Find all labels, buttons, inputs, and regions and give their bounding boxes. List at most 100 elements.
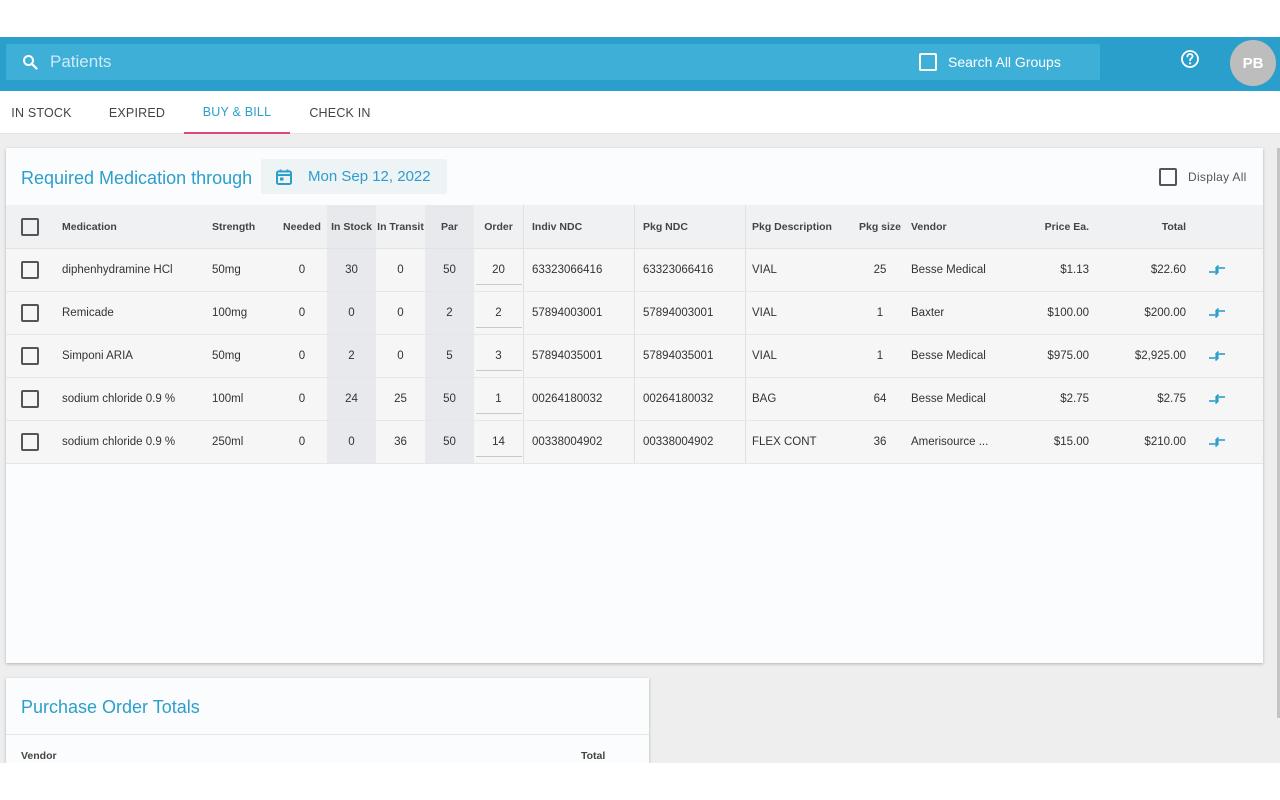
cell-par: 50 [425, 421, 474, 463]
swap-vendor-icon[interactable] [1207, 392, 1227, 406]
tab-bar: IN STOCK EXPIRED BUY & BILL CHECK IN [0, 91, 1280, 134]
row-checkbox[interactable] [21, 390, 39, 408]
select-all-checkbox[interactable] [21, 217, 39, 236]
tab-check-in[interactable]: CHECK IN [298, 91, 382, 134]
user-avatar[interactable]: PB [1230, 40, 1276, 86]
table-header: Medication Strength Needed In Stock In T… [6, 205, 1263, 249]
row-action-cell [1204, 292, 1230, 334]
search-all-groups-toggle[interactable]: Search All Groups [919, 52, 1061, 72]
cell-in-stock: 30 [327, 249, 376, 291]
display-all-checkbox[interactable] [1159, 168, 1177, 186]
col-indiv-ndc[interactable]: Indiv NDC [523, 205, 634, 248]
cell-needed: 0 [298, 264, 306, 276]
order-cell: 2 [474, 292, 523, 334]
col-order[interactable]: Order [474, 205, 523, 248]
display-all-toggle[interactable]: Display All [1159, 168, 1247, 186]
cell-needed: 0 [298, 307, 306, 319]
order-cell: 14 [474, 421, 523, 463]
row-select-cell [20, 292, 40, 334]
order-quantity-input[interactable]: 2 [475, 298, 522, 328]
search-icon [23, 55, 38, 70]
swap-vendor-icon[interactable] [1207, 349, 1227, 363]
cell-pkg-ndc: 00264180032 [634, 378, 745, 420]
col-price-ea[interactable]: Price Ea. [1016, 205, 1089, 248]
calendar-icon [276, 169, 292, 185]
col-pkg-ndc[interactable]: Pkg NDC [634, 205, 745, 248]
col-in-transit[interactable]: In Transit [376, 205, 425, 248]
cell-pkg-size: 64 [873, 393, 887, 405]
cell-medication: sodium chloride 0.9 % [62, 436, 176, 448]
cell-medication: Simponi ARIA [62, 350, 133, 362]
tab-buy-and-bill[interactable]: BUY & BILL [184, 91, 290, 134]
cell-medication: diphenhydramine HCl [62, 264, 173, 276]
search-input[interactable] [50, 50, 650, 74]
order-quantity-input[interactable]: 20 [475, 255, 522, 285]
cell-par: 5 [425, 335, 474, 377]
required-medication-title: Required Medication through [21, 168, 253, 188]
purchase-order-col-vendor[interactable]: Vendor [21, 750, 57, 762]
row-select-cell [20, 378, 40, 420]
cell-pkg-ndc: 63323066416 [634, 249, 745, 291]
row-checkbox[interactable] [21, 261, 39, 279]
row-checkbox[interactable] [21, 304, 39, 322]
cell-vendor: Baxter [911, 307, 945, 319]
cell-in-transit: 25 [394, 393, 407, 405]
cell-pkg-size: 1 [876, 350, 884, 362]
col-needed[interactable]: Needed [278, 205, 326, 248]
search-bar[interactable]: Search All Groups [6, 44, 1100, 80]
col-strength[interactable]: Strength [212, 205, 272, 248]
date-picker[interactable]: Mon Sep 12, 2022 [261, 159, 447, 194]
cell-pkg-description: VIAL [745, 249, 856, 291]
row-checkbox[interactable] [21, 347, 39, 365]
cell-pkg-description: VIAL [745, 335, 856, 377]
search-all-groups-checkbox[interactable] [919, 53, 937, 71]
top-bar: Search All Groups PB [0, 37, 1280, 91]
cell-in-stock: 0 [327, 421, 376, 463]
cell-in-stock: 0 [327, 292, 376, 334]
cell-vendor: Besse Medical [911, 393, 986, 405]
col-par[interactable]: Par [425, 205, 474, 248]
cell-strength: 50mg [212, 264, 241, 276]
order-quantity-input[interactable]: 14 [475, 427, 522, 457]
col-in-stock[interactable]: In Stock [327, 205, 376, 248]
cell-needed: 0 [298, 436, 306, 448]
cell-par: 50 [425, 249, 474, 291]
row-checkbox[interactable] [21, 433, 39, 451]
cell-pkg-description: FLEX CONT [745, 421, 856, 463]
selected-date: Mon Sep 12, 2022 [308, 168, 431, 185]
table-row: diphenhydramine HCl 50mg 0 30 0 50 20 633230664… [6, 249, 1263, 292]
tab-in-stock[interactable]: IN STOCK [0, 91, 83, 134]
cell-vendor: Amerisource ... [911, 436, 989, 448]
order-quantity-input[interactable]: 3 [475, 341, 522, 371]
row-select-cell [20, 249, 40, 291]
cell-pkg-ndc: 57894035001 [634, 335, 745, 377]
order-cell: 20 [474, 249, 523, 291]
cell-medication: Remicade [62, 307, 114, 319]
order-quantity-input[interactable]: 1 [475, 384, 522, 414]
col-pkg-description[interactable]: Pkg Description [745, 205, 856, 248]
cell-strength: 50mg [212, 350, 241, 362]
cell-indiv-ndc: 57894035001 [523, 335, 634, 377]
col-medication[interactable]: Medication [62, 205, 202, 248]
col-pkg-size[interactable]: Pkg size [856, 205, 904, 248]
cell-in-stock: 2 [327, 335, 376, 377]
help-icon[interactable] [1180, 49, 1200, 69]
col-vendor[interactable]: Vendor [911, 205, 1011, 248]
order-cell: 1 [474, 378, 523, 420]
tab-expired[interactable]: EXPIRED [96, 91, 178, 134]
row-action-cell [1204, 378, 1230, 420]
col-total[interactable]: Total [1106, 205, 1186, 248]
cell-price-ea: $2.75 [1060, 393, 1089, 405]
purchase-order-card: Purchase Order Totals Vendor Total [6, 678, 649, 763]
purchase-order-col-total[interactable]: Total [581, 750, 605, 762]
cell-strength: 250ml [212, 436, 244, 448]
select-all-cell [20, 205, 40, 248]
cell-strength: 100mg [212, 307, 248, 319]
cell-total: $210.00 [1144, 436, 1186, 448]
cell-pkg-ndc: 00338004902 [634, 421, 745, 463]
swap-vendor-icon[interactable] [1207, 263, 1227, 277]
swap-vendor-icon[interactable] [1207, 306, 1227, 320]
swap-vendor-icon[interactable] [1207, 435, 1227, 449]
cell-in-transit: 0 [397, 350, 404, 362]
row-action-cell [1204, 335, 1230, 377]
